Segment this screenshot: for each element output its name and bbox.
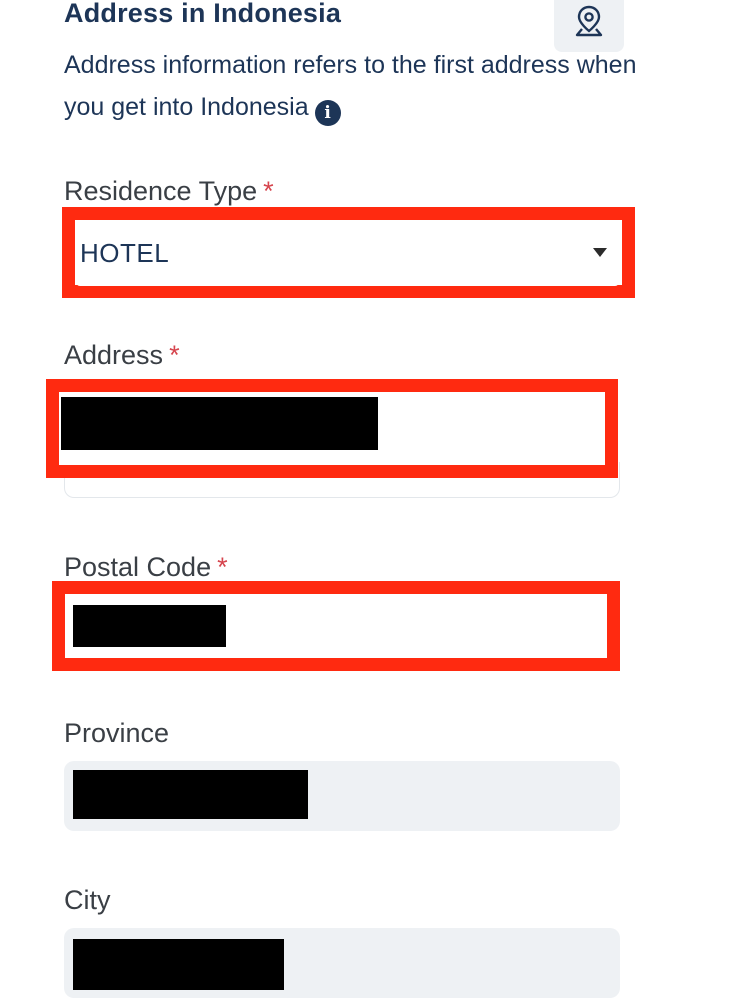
residence-type-select[interactable]: HOTEL — [76, 220, 619, 286]
description-text: Address information refers to the first … — [64, 51, 637, 121]
dropdown-arrow-icon — [593, 248, 607, 257]
redacted-province-value — [73, 770, 308, 819]
province-label: Province — [64, 718, 170, 748]
address-input[interactable] — [59, 392, 605, 465]
residence-type-value: HOTEL — [80, 238, 170, 268]
required-asterisk: * — [169, 340, 180, 370]
required-asterisk: * — [217, 552, 228, 582]
info-icon[interactable]: i — [314, 100, 341, 126]
city-label: City — [64, 885, 111, 915]
address-form-page: Address in Indonesia Address information… — [0, 0, 736, 1000]
map-pin-icon — [575, 5, 603, 37]
province-field — [64, 761, 620, 831]
address-label-text: Address — [64, 340, 164, 370]
postal-code-label-text: Postal Code — [64, 552, 212, 582]
required-asterisk: * — [263, 176, 274, 206]
redacted-address-value — [61, 397, 378, 450]
section-title: Address in Indonesia — [64, 0, 342, 28]
section-description: Address information refers to the first … — [64, 44, 644, 128]
redacted-postal-code-value — [73, 605, 226, 647]
address-label: Address * — [64, 340, 180, 371]
residence-type-label-text: Residence Type — [64, 176, 258, 206]
redacted-city-value — [73, 939, 284, 990]
postal-code-input[interactable] — [65, 594, 607, 658]
city-field — [64, 928, 620, 998]
residence-type-label: Residence Type * — [64, 176, 274, 207]
postal-code-label: Postal Code * — [64, 552, 228, 583]
